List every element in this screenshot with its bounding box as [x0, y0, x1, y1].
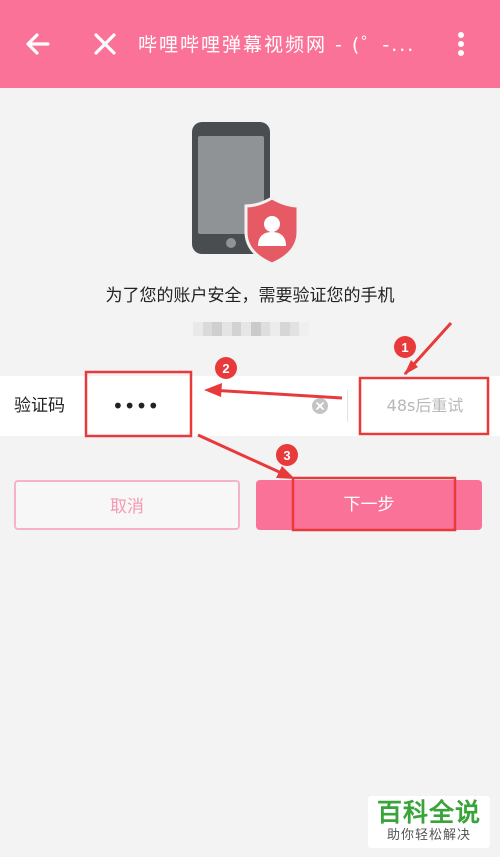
phone-shield-user-icon [192, 122, 300, 266]
badge-1: 1 [394, 336, 416, 358]
watermark-logo: 百科全说 助你轻松解决 [368, 796, 490, 848]
next-button[interactable]: 下一步 [256, 480, 482, 530]
close-icon[interactable] [87, 26, 123, 62]
svg-text:3: 3 [283, 448, 290, 463]
svg-text:2: 2 [222, 361, 229, 376]
row-divider [347, 390, 348, 422]
top-bar: 哔哩哔哩弹幕视频网 - (゜-... [0, 0, 500, 88]
masked-phone-number [193, 322, 310, 336]
page-title: 哔哩哔哩弹幕视频网 - (゜-... [138, 34, 416, 56]
clear-input-icon[interactable] [312, 398, 328, 414]
arrow-3 [197, 433, 289, 478]
arrow-left-icon[interactable] [20, 26, 56, 62]
cancel-button[interactable]: 取消 [14, 480, 240, 530]
arrow-1 [403, 321, 453, 376]
watermark-subtitle: 助你轻松解决 [386, 828, 471, 843]
code-label: 验证码 [14, 396, 65, 416]
verification-message: 为了您的账户安全，需要验证您的手机 [105, 286, 395, 306]
code-input[interactable] [112, 390, 302, 422]
badge-3: 3 [276, 444, 298, 466]
watermark-title: 百科全说 [376, 798, 481, 827]
more-vertical-icon[interactable] [443, 26, 479, 62]
svg-text:1: 1 [401, 340, 408, 355]
resend-code-button[interactable]: 48s后重试 [362, 378, 488, 434]
